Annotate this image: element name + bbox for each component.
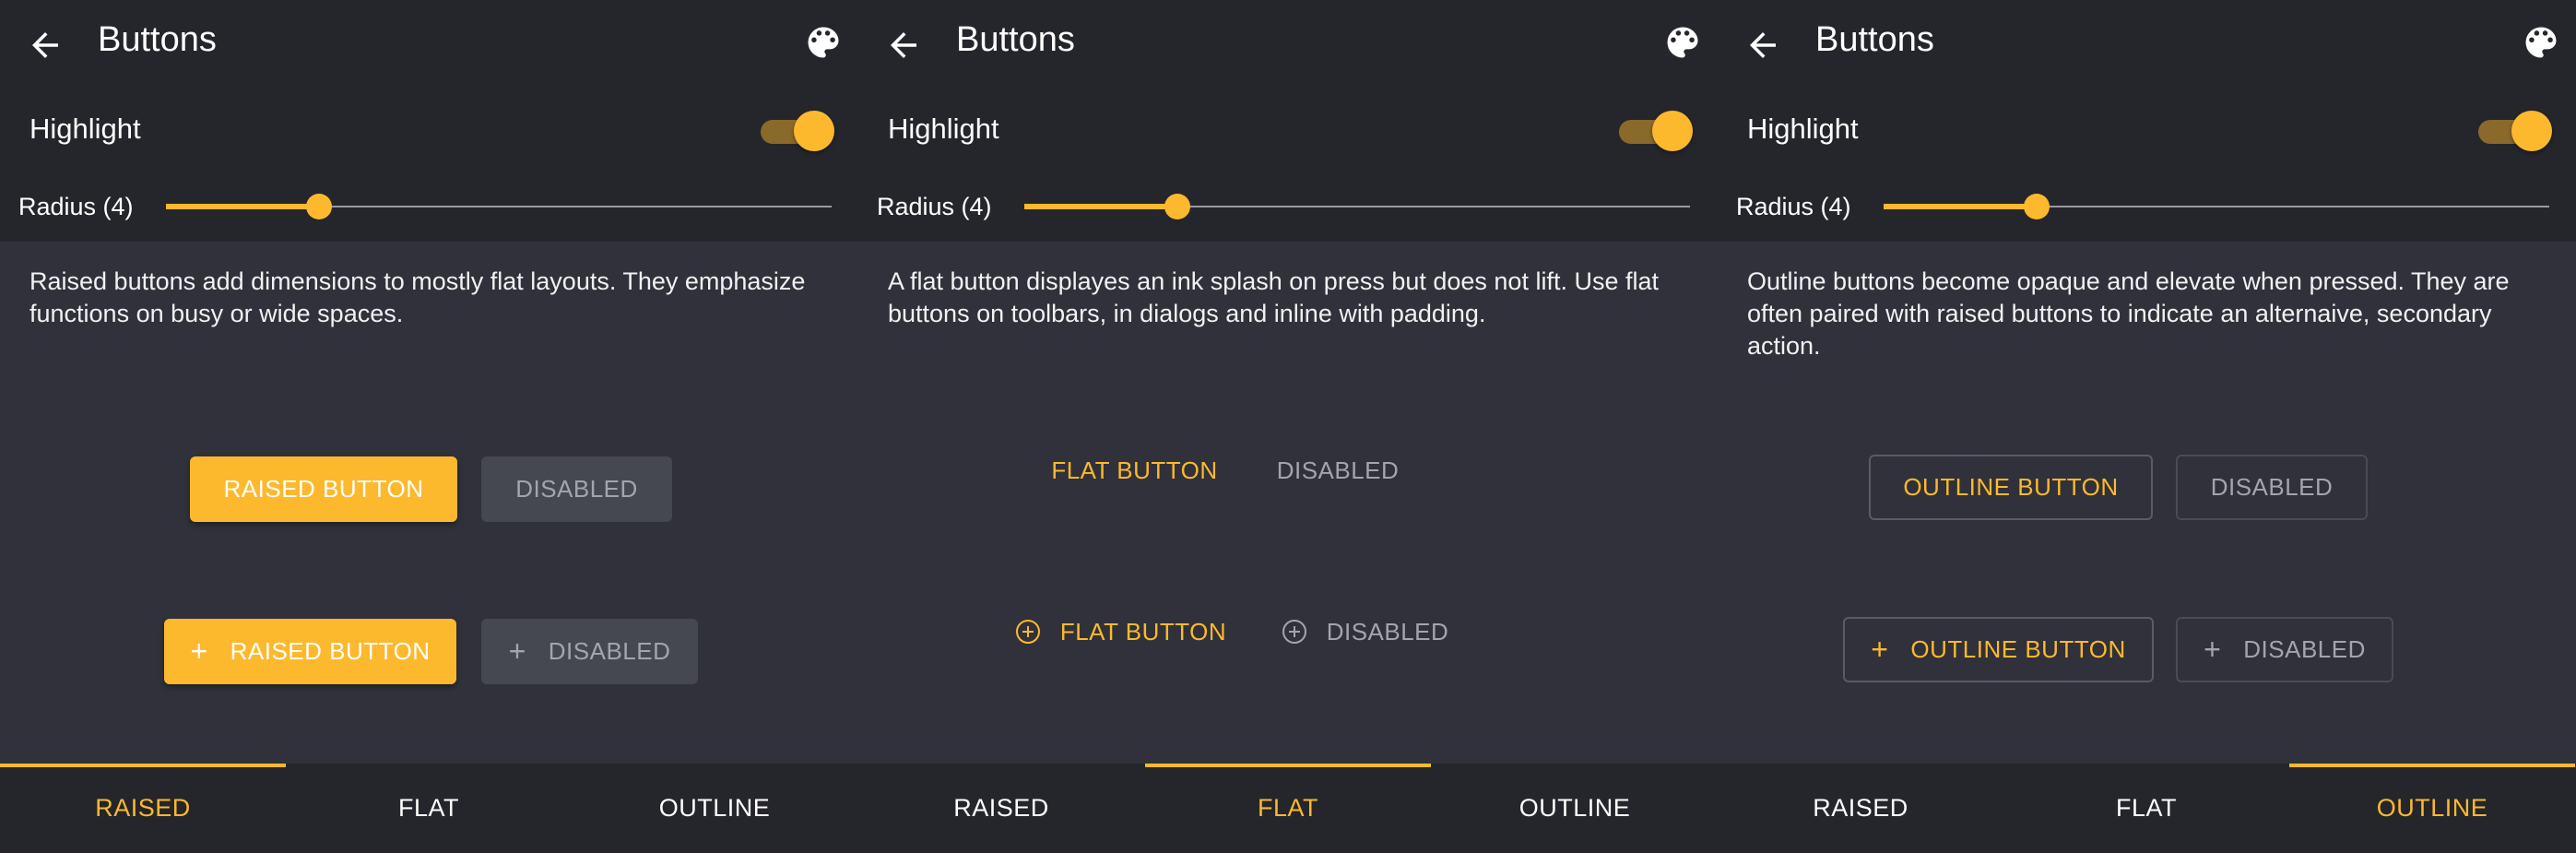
plus-icon: + bbox=[1871, 633, 1889, 666]
tab-raised[interactable]: RAISED bbox=[858, 764, 1144, 853]
raised-button[interactable]: RAISED BUTTON bbox=[190, 456, 457, 522]
disabled-label: DISABLED bbox=[515, 475, 638, 503]
back-arrow-icon[interactable] bbox=[884, 26, 923, 65]
slider-thumb[interactable] bbox=[1164, 194, 1191, 219]
radius-slider[interactable] bbox=[166, 190, 832, 223]
outline-button-label: OUTLINE BUTTON bbox=[1903, 473, 2119, 501]
tab-outline[interactable]: OUTLINE bbox=[2289, 764, 2575, 853]
flat-button-label: FLAT BUTTON bbox=[1051, 456, 1218, 484]
slider-fill bbox=[1884, 204, 2038, 209]
radius-label: Radius (4) bbox=[18, 193, 134, 220]
radius-slider[interactable] bbox=[1884, 190, 2549, 223]
disabled-label: DISABLED bbox=[1326, 617, 1449, 646]
tab-flat[interactable]: FLAT bbox=[1145, 764, 1431, 853]
raised-icon-button-label: RAISED BUTTON bbox=[230, 637, 431, 665]
flat-button[interactable]: FLAT BUTTON bbox=[1035, 443, 1234, 498]
highlight-toggle[interactable] bbox=[761, 111, 834, 151]
flat-icon-button[interactable]: FLAT BUTTON bbox=[997, 604, 1246, 659]
flat-icon-disabled-button: DISABLED bbox=[1273, 604, 1458, 659]
add-circle-icon bbox=[1015, 620, 1040, 644]
tab-outline[interactable]: OUTLINE bbox=[572, 764, 857, 853]
raised-button-label: RAISED BUTTON bbox=[223, 475, 424, 503]
palette-icon[interactable] bbox=[1662, 22, 1703, 63]
back-arrow-icon[interactable] bbox=[1743, 26, 1782, 65]
app-bar: Buttons Highlight Radius (4) bbox=[1718, 0, 2576, 242]
tab-outline[interactable]: OUTLINE bbox=[1432, 764, 1718, 853]
disabled-label: DISABLED bbox=[2210, 473, 2334, 501]
highlight-label: Highlight bbox=[1747, 113, 1859, 145]
palette-icon[interactable] bbox=[2521, 22, 2561, 63]
back-arrow-icon[interactable] bbox=[26, 26, 65, 65]
disabled-label: DISABLED bbox=[2243, 635, 2366, 663]
tab-bar: RAISED FLAT OUTLINE bbox=[1718, 764, 2576, 853]
outline-button[interactable]: OUTLINE BUTTON bbox=[1869, 455, 2153, 520]
highlight-toggle[interactable] bbox=[2478, 111, 2552, 151]
toggle-knob bbox=[2511, 111, 2552, 151]
screen-raised: Buttons Highlight Radius (4) Raised butt… bbox=[0, 0, 858, 853]
outline-disabled-button: DISABLED bbox=[2176, 455, 2368, 520]
radius-slider[interactable] bbox=[1024, 190, 1690, 223]
page-title: Buttons bbox=[98, 20, 217, 59]
description: Raised buttons add dimensions to mostly … bbox=[30, 267, 806, 327]
slider-thumb[interactable] bbox=[306, 194, 333, 219]
highlight-label: Highlight bbox=[888, 113, 999, 145]
outline-icon-button-label: OUTLINE BUTTON bbox=[1910, 635, 2126, 663]
add-circle-icon bbox=[1282, 620, 1306, 644]
plus-icon: + bbox=[2204, 633, 2222, 666]
description: Outline buttons become opaque and elevat… bbox=[1747, 267, 2510, 360]
plus-icon: + bbox=[508, 634, 526, 668]
screens-row: Buttons Highlight Radius (4) Raised butt… bbox=[0, 0, 2576, 853]
raised-icon-disabled-button: + DISABLED bbox=[481, 619, 698, 684]
tab-bar: RAISED FLAT OUTLINE bbox=[0, 764, 858, 853]
outline-icon-button[interactable]: + OUTLINE BUTTON bbox=[1843, 617, 2154, 682]
palette-icon[interactable] bbox=[803, 22, 844, 63]
slider-fill bbox=[166, 204, 320, 209]
tab-flat[interactable]: FLAT bbox=[286, 764, 572, 853]
flat-disabled-button: DISABLED bbox=[1264, 443, 1412, 498]
app-bar: Buttons Highlight Radius (4) bbox=[858, 0, 1718, 242]
screen-flat: Buttons Highlight Radius (4) A flat butt… bbox=[858, 0, 1718, 853]
highlight-label: Highlight bbox=[30, 113, 141, 145]
raised-icon-button[interactable]: + RAISED BUTTON bbox=[164, 619, 456, 684]
raised-disabled-button: DISABLED bbox=[481, 456, 672, 522]
description: A flat button displayes an ink splash on… bbox=[888, 267, 1659, 327]
disabled-label: DISABLED bbox=[1276, 456, 1400, 484]
tab-flat[interactable]: FLAT bbox=[2003, 764, 2289, 853]
slider-thumb[interactable] bbox=[2024, 194, 2050, 219]
outline-icon-disabled-button: + DISABLED bbox=[2176, 617, 2393, 682]
disabled-label: DISABLED bbox=[548, 637, 671, 665]
tab-bar: RAISED FLAT OUTLINE bbox=[858, 764, 1718, 853]
radius-label: Radius (4) bbox=[1736, 193, 1851, 220]
flat-icon-button-label: FLAT BUTTON bbox=[1059, 617, 1227, 646]
page-title: Buttons bbox=[1815, 20, 1934, 59]
screen-outline: Buttons Highlight Radius (4) Outline but… bbox=[1718, 0, 2576, 853]
tab-raised[interactable]: RAISED bbox=[0, 764, 286, 853]
slider-fill bbox=[1024, 204, 1178, 209]
toggle-knob bbox=[794, 111, 834, 151]
page-title: Buttons bbox=[956, 20, 1075, 59]
app-bar: Buttons Highlight Radius (4) bbox=[0, 0, 858, 242]
radius-label: Radius (4) bbox=[877, 193, 992, 220]
highlight-toggle[interactable] bbox=[1619, 111, 1693, 151]
tab-raised[interactable]: RAISED bbox=[1718, 764, 2003, 853]
plus-icon: + bbox=[190, 634, 208, 668]
toggle-knob bbox=[1652, 111, 1693, 151]
